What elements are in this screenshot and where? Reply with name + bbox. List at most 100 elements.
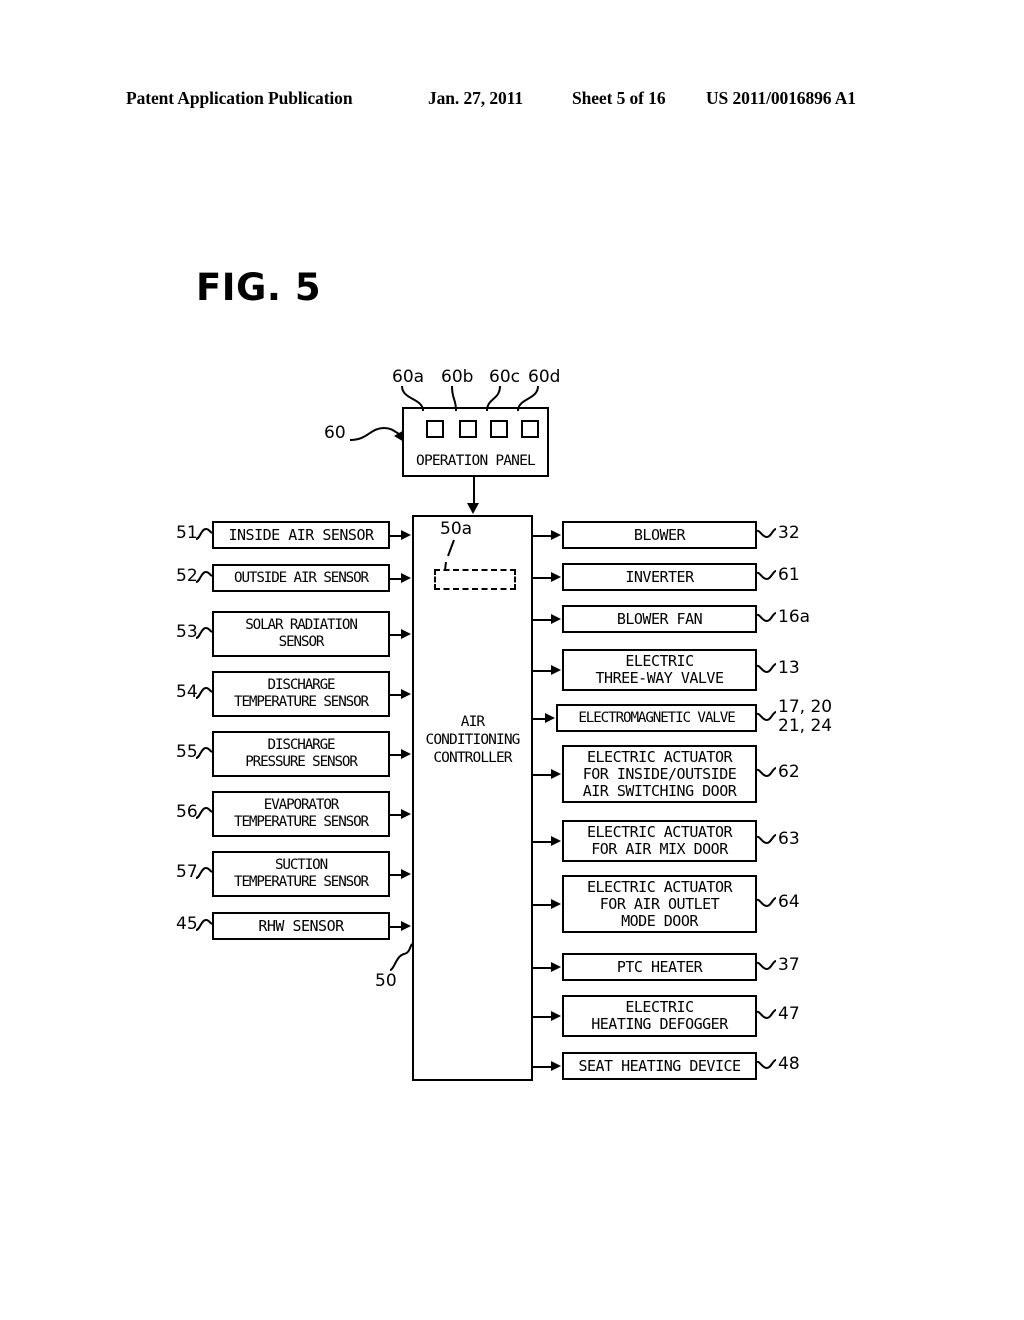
input-sensor-leader <box>195 527 213 540</box>
header-publication: Patent Application Publication <box>126 88 353 108</box>
output-device-ref: 13 <box>778 658 800 678</box>
ref-60d: 60d <box>528 367 561 387</box>
output-device-leader <box>756 612 777 623</box>
input-sensor-box: DISCHARGE PRESSURE SENSOR <box>212 731 390 777</box>
output-device-box: ELECTROMAGNETIC VALVE <box>556 704 757 732</box>
ref-50a: 50a <box>440 519 473 539</box>
output-device-box: ELECTRIC ACTUATOR FOR AIR MIX DOOR <box>562 820 757 862</box>
output-device-box: BLOWER <box>562 521 757 549</box>
input-connector-arrowhead <box>401 572 411 583</box>
output-device-ref: 37 <box>778 955 800 975</box>
output-connector-line <box>533 670 552 672</box>
input-sensor-ref: 56 <box>176 802 198 822</box>
input-sensor-box: RHW SENSOR <box>212 912 390 940</box>
output-connector-line <box>533 535 552 537</box>
header-sheet: Sheet 5 of 16 <box>572 88 666 108</box>
input-sensor-leader <box>195 686 213 699</box>
output-connector-arrowhead <box>551 898 561 909</box>
panel-button-leader-lines <box>401 385 539 412</box>
input-sensor-ref: 54 <box>176 682 198 702</box>
output-connector-arrowhead <box>551 768 561 779</box>
output-device-ref: 48 <box>778 1054 800 1074</box>
input-connector-arrowhead <box>401 868 411 879</box>
output-device-leader <box>756 1009 777 1020</box>
output-device-box: ELECTRIC THREE-WAY VALVE <box>562 649 757 691</box>
input-sensor-leader <box>195 866 213 879</box>
output-device-leader <box>756 834 777 845</box>
output-device-leader <box>756 663 777 674</box>
output-connector-arrowhead <box>551 613 561 624</box>
output-device-ref: 16a <box>778 607 811 627</box>
output-device-leader <box>756 897 777 908</box>
output-device-ref: 47 <box>778 1004 800 1024</box>
input-connector-arrowhead <box>401 748 411 759</box>
ref-60: 60 <box>324 423 346 443</box>
header-date: Jan. 27, 2011 <box>428 88 523 108</box>
output-device-ref: 17, 20 21, 24 <box>778 697 833 736</box>
output-connector-line <box>533 1016 552 1018</box>
output-device-box: ELECTRIC ACTUATOR FOR AIR OUTLET MODE DO… <box>562 875 757 933</box>
input-connector-arrowhead <box>401 628 411 639</box>
input-connector-arrowhead <box>401 688 411 699</box>
panel-button-60a[interactable] <box>426 420 444 438</box>
panel-button-60c[interactable] <box>490 420 508 438</box>
ref-50a-leader <box>444 539 455 571</box>
input-sensor-ref: 53 <box>176 622 198 642</box>
input-connector-arrowhead <box>401 529 411 540</box>
output-connector-line <box>533 619 552 621</box>
output-device-box: PTC HEATER <box>562 953 757 981</box>
patent-figure-page: Patent Application Publication Jan. 27, … <box>0 0 1024 1320</box>
output-device-leader <box>756 528 777 539</box>
panel-button-60b[interactable] <box>459 420 477 438</box>
output-connector-line <box>533 841 552 843</box>
input-sensor-box: SOLAR RADIATION SENSOR <box>212 611 390 657</box>
output-connector-arrowhead <box>551 1060 561 1071</box>
output-connector-line <box>533 577 552 579</box>
output-connector-arrowhead <box>545 712 555 723</box>
controller-inner-block-50a <box>434 569 516 590</box>
ref-60c: 60c <box>489 367 520 387</box>
output-device-ref: 32 <box>778 523 800 543</box>
output-device-leader <box>756 711 777 722</box>
ref-50-leader <box>389 943 413 971</box>
ref-60a: 60a <box>392 367 425 387</box>
input-sensor-leader <box>195 918 213 931</box>
input-sensor-box: DISCHARGE TEMPERATURE SENSOR <box>212 671 390 717</box>
input-sensor-box: EVAPORATOR TEMPERATURE SENSOR <box>212 791 390 837</box>
output-device-ref: 64 <box>778 892 800 912</box>
header-patent-number: US 2011/0016896 A1 <box>706 88 856 108</box>
input-connector-arrowhead <box>401 808 411 819</box>
input-sensor-ref: 57 <box>176 862 198 882</box>
figure-title: FIG. 5 <box>196 266 322 309</box>
air-conditioning-controller-box: AIR CONDITIONING CONTROLLER <box>412 515 533 1081</box>
input-sensor-leader <box>195 570 213 583</box>
output-device-ref: 62 <box>778 762 800 782</box>
input-sensor-leader <box>195 626 213 639</box>
input-sensor-leader <box>195 746 213 759</box>
input-sensor-ref: 52 <box>176 566 198 586</box>
output-connector-arrowhead <box>551 1010 561 1021</box>
input-sensor-box: INSIDE AIR SENSOR <box>212 521 390 549</box>
panel-to-controller-line <box>473 477 475 505</box>
input-sensor-box: SUCTION TEMPERATURE SENSOR <box>212 851 390 897</box>
panel-to-controller-arrowhead <box>467 503 479 514</box>
input-sensor-box: OUTSIDE AIR SENSOR <box>212 564 390 592</box>
panel-button-60d[interactable] <box>521 420 539 438</box>
input-sensor-leader <box>195 806 213 819</box>
input-sensor-ref: 51 <box>176 523 198 543</box>
output-device-ref: 61 <box>778 565 800 585</box>
output-device-leader <box>756 767 777 778</box>
controller-label: AIR CONDITIONING CONTROLLER <box>425 714 521 766</box>
output-connector-arrowhead <box>551 961 561 972</box>
output-connector-line <box>533 904 552 906</box>
output-connector-line <box>533 967 552 969</box>
output-device-box: BLOWER FAN <box>562 605 757 633</box>
output-connector-line <box>533 774 552 776</box>
input-sensor-ref: 55 <box>176 742 198 762</box>
ref-60b: 60b <box>441 367 474 387</box>
output-connector-arrowhead <box>551 571 561 582</box>
output-device-leader <box>756 1059 777 1070</box>
output-device-leader <box>756 570 777 581</box>
operation-panel-label: OPERATION PANEL <box>416 453 536 469</box>
output-device-leader <box>756 960 777 971</box>
